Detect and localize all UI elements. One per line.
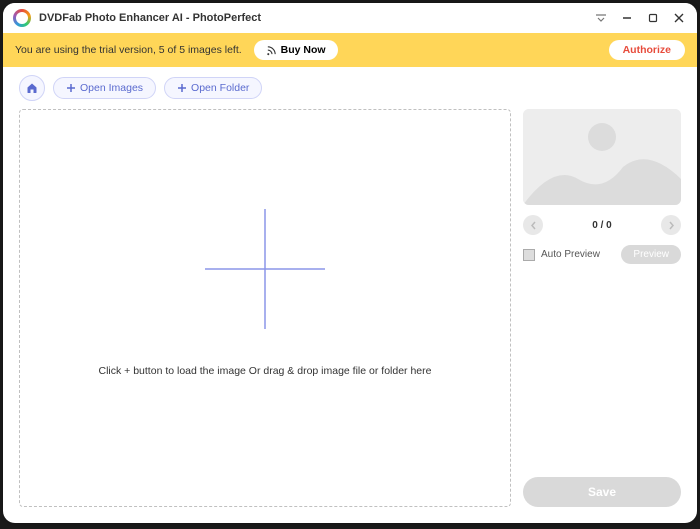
auto-preview-label: Auto Preview xyxy=(541,249,615,260)
trial-message: You are using the trial version, 5 of 5 … xyxy=(15,44,242,56)
minimize-button[interactable] xyxy=(619,10,635,26)
image-dropzone[interactable]: Click + button to load the image Or drag… xyxy=(19,109,511,507)
buy-now-button[interactable]: Buy Now xyxy=(254,40,338,60)
titlebar: DVDFab Photo Enhancer AI - PhotoPerfect xyxy=(3,3,697,33)
auto-preview-checkbox[interactable] xyxy=(523,249,535,261)
plus-icon xyxy=(177,83,187,93)
preview-button[interactable]: Preview xyxy=(621,245,681,264)
side-panel: 0 / 0 Auto Preview Preview Save xyxy=(523,109,681,507)
plus-icon xyxy=(66,83,76,93)
placeholder-image-icon xyxy=(523,109,681,205)
preview-button-label: Preview xyxy=(633,249,669,260)
image-counter: 0 / 0 xyxy=(592,220,611,231)
large-plus-icon[interactable] xyxy=(205,209,325,329)
auto-preview-row: Auto Preview Preview xyxy=(523,245,681,264)
next-image-button[interactable] xyxy=(661,215,681,235)
app-title: DVDFab Photo Enhancer AI - PhotoPerfect xyxy=(39,12,593,24)
window-controls xyxy=(593,10,687,26)
dropzone-hint: Click + button to load the image Or drag… xyxy=(99,365,432,377)
toolbar: Open Images Open Folder xyxy=(3,67,697,109)
preview-nav: 0 / 0 xyxy=(523,215,681,235)
close-button[interactable] xyxy=(671,10,687,26)
app-logo-icon xyxy=(13,9,31,27)
home-button[interactable] xyxy=(19,75,45,101)
authorize-button[interactable]: Authorize xyxy=(609,40,685,60)
open-images-button[interactable]: Open Images xyxy=(53,77,156,99)
save-button-label: Save xyxy=(588,485,616,499)
trial-banner: You are using the trial version, 5 of 5 … xyxy=(3,33,697,67)
content-area: Click + button to load the image Or drag… xyxy=(3,109,697,523)
save-button[interactable]: Save xyxy=(523,477,681,507)
prev-image-button[interactable] xyxy=(523,215,543,235)
open-folder-label: Open Folder xyxy=(191,82,249,94)
buy-now-label: Buy Now xyxy=(281,44,326,56)
rss-icon xyxy=(266,45,277,56)
open-images-label: Open Images xyxy=(80,82,143,94)
preview-thumbnail xyxy=(523,109,681,205)
maximize-button[interactable] xyxy=(645,10,661,26)
authorize-label: Authorize xyxy=(623,44,671,56)
open-folder-button[interactable]: Open Folder xyxy=(164,77,262,99)
dropdown-icon[interactable] xyxy=(593,10,609,26)
home-icon xyxy=(26,82,38,94)
app-window: DVDFab Photo Enhancer AI - PhotoPerfect … xyxy=(3,3,697,523)
